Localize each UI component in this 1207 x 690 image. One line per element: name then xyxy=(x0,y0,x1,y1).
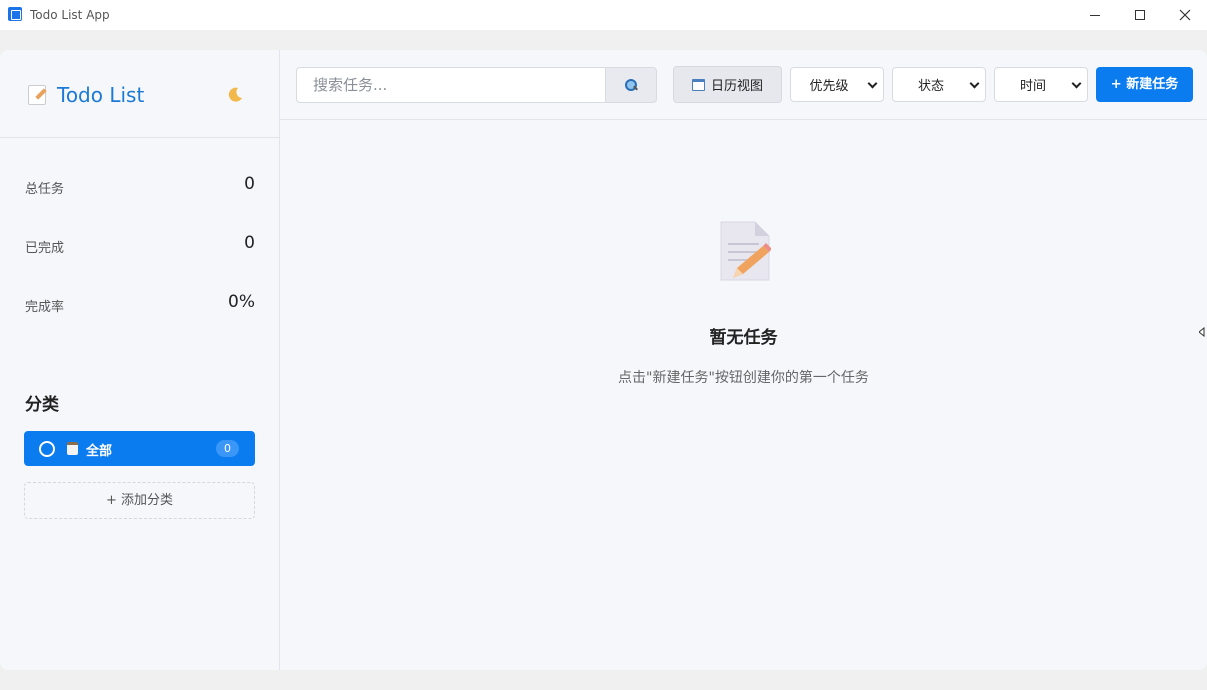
resize-cursor-icon xyxy=(1199,327,1205,337)
add-category-button[interactable]: + 添加分类 xyxy=(24,482,255,519)
category-item-all[interactable]: 全部 0 xyxy=(24,431,255,466)
window-title: Todo List App xyxy=(30,8,110,22)
empty-state-title: 暂无任务 xyxy=(709,328,778,348)
empty-state-description: 点击"新建任务"按钮创建你的第一个任务 xyxy=(618,370,869,386)
time-select[interactable]: 时间 xyxy=(994,67,1088,102)
status-select[interactable]: 状态 xyxy=(892,67,986,102)
stat-total: 总任务 0 xyxy=(25,174,255,198)
priority-select-value: 优先级 xyxy=(809,79,849,94)
stat-label: 完成率 xyxy=(25,300,65,315)
close-icon xyxy=(1179,9,1191,21)
chevron-down-icon xyxy=(867,78,878,89)
window-titlebar: Todo List App xyxy=(0,0,1207,30)
category-label: 全部 xyxy=(86,444,113,459)
calendar-icon xyxy=(691,78,705,91)
status-select-value: 状态 xyxy=(917,79,944,94)
maximize-button[interactable] xyxy=(1117,0,1163,30)
moon-icon[interactable] xyxy=(226,86,244,104)
search-box xyxy=(296,67,606,103)
new-task-button[interactable]: + 新建任务 xyxy=(1096,67,1193,102)
chevron-down-icon xyxy=(1071,78,1082,89)
time-select-value: 时间 xyxy=(1019,79,1046,94)
category-count-badge: 0 xyxy=(216,440,239,457)
memo-icon xyxy=(720,221,771,281)
maximize-icon xyxy=(1135,10,1145,20)
stat-value: 0% xyxy=(228,292,255,312)
sidebar: Todo List 总任务 0 已完成 0 完成率 0% 分类 全部 0 + 添… xyxy=(0,50,280,670)
calendar-view-button[interactable]: 日历视图 xyxy=(673,66,782,103)
clipboard-icon xyxy=(67,442,78,455)
stat-label: 总任务 xyxy=(25,182,65,197)
search-input[interactable] xyxy=(297,68,605,102)
radio-icon xyxy=(39,441,55,457)
stat-value: 0 xyxy=(244,233,255,253)
main-panel: 日历视图 优先级 状态 时间 + 新建任务 xyxy=(280,50,1207,670)
close-button[interactable] xyxy=(1162,0,1207,30)
minimize-button[interactable] xyxy=(1072,0,1118,30)
stat-completion-rate: 完成率 0% xyxy=(25,292,255,316)
priority-select[interactable]: 优先级 xyxy=(790,67,884,102)
stat-completed: 已完成 0 xyxy=(25,233,255,257)
stat-value: 0 xyxy=(244,174,255,194)
minimize-icon xyxy=(1090,14,1100,16)
chevron-down-icon xyxy=(969,78,980,89)
brand-title: Todo List xyxy=(57,83,145,107)
search-icon xyxy=(625,79,637,91)
calendar-view-label: 日历视图 xyxy=(710,79,763,94)
brand-header: Todo List xyxy=(0,50,279,138)
app-body: Todo List 总任务 0 已完成 0 完成率 0% 分类 全部 0 + 添… xyxy=(0,50,1207,670)
app-icon xyxy=(8,7,22,21)
search-button[interactable] xyxy=(605,67,657,103)
memo-icon xyxy=(28,85,46,105)
categories-title: 分类 xyxy=(25,395,59,415)
toolbar: 日历视图 优先级 状态 时间 + 新建任务 xyxy=(280,50,1207,120)
stat-label: 已完成 xyxy=(25,241,65,256)
